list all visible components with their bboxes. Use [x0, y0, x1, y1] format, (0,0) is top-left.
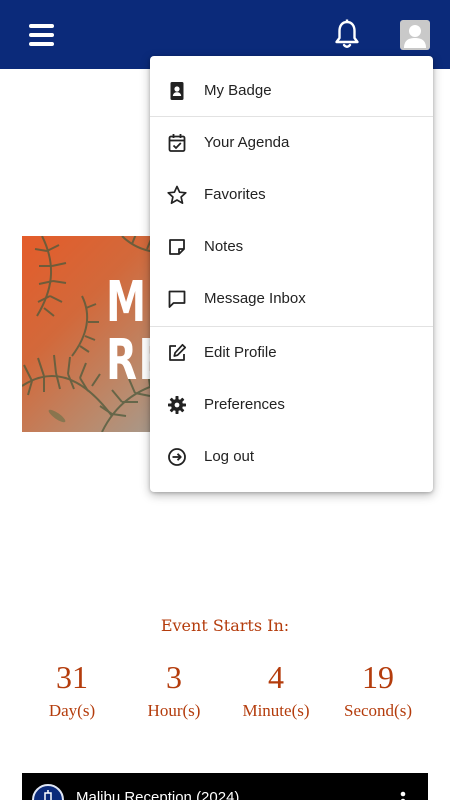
countdown-hours-value: 3 — [166, 659, 182, 695]
menu-item-label: Log out — [204, 448, 255, 465]
edit-icon — [169, 343, 187, 361]
menu-item-notes[interactable]: Notes — [150, 221, 433, 273]
menu-item-favorites[interactable]: Favorites — [150, 169, 433, 221]
event-logo-icon — [32, 784, 64, 800]
countdown-seconds-value: 19 — [362, 659, 394, 695]
gear-icon — [168, 396, 186, 414]
menu-item-message-inbox[interactable]: Message Inbox — [150, 273, 433, 325]
menu-item-label: Message Inbox — [204, 290, 306, 307]
bell-icon[interactable] — [333, 19, 361, 49]
menu-item-label: My Badge — [204, 82, 272, 99]
countdown-seconds: 19 Second(s) — [328, 658, 428, 722]
logout-icon — [168, 448, 186, 466]
menu-item-preferences[interactable]: Preferences — [150, 379, 433, 431]
menu-item-edit-profile[interactable]: Edit Profile — [150, 327, 433, 379]
countdown-minutes: 4 Minute(s) — [226, 658, 326, 722]
event-card[interactable]: Malibu Reception (2024) — [22, 773, 428, 800]
avatar[interactable] — [400, 20, 430, 50]
countdown-hours: 3 Hour(s) — [124, 658, 224, 722]
countdown-minutes-value: 4 — [268, 659, 284, 695]
menu-item-label: Edit Profile — [204, 344, 277, 361]
menu-item-label: Your Agenda — [204, 134, 290, 151]
countdown-days-value: 31 — [56, 659, 88, 695]
star-icon — [167, 185, 187, 205]
user-dropdown-menu: My Badge Your Agenda Favorites Notes Mes… — [150, 56, 433, 492]
countdown-title: Event Starts In: — [160, 616, 290, 635]
countdown-hours-unit: Hour(s) — [147, 701, 201, 720]
menu-item-label: Preferences — [204, 396, 285, 413]
countdown-days: 31 Day(s) — [22, 658, 122, 722]
menu-item-label: Favorites — [204, 186, 266, 203]
hamburger-icon[interactable] — [29, 24, 55, 46]
calendar-check-icon — [168, 134, 186, 152]
chat-bubble-icon — [168, 290, 186, 308]
menu-item-label: Notes — [204, 238, 244, 255]
user-icon — [404, 25, 426, 48]
note-icon — [169, 239, 185, 255]
event-card-title: Malibu Reception (2024) — [76, 789, 240, 800]
more-vertical-icon[interactable] — [400, 791, 406, 800]
menu-item-log-out[interactable]: Log out — [150, 431, 433, 483]
badge-icon — [170, 82, 184, 100]
menu-item-my-badge[interactable]: My Badge — [150, 65, 433, 117]
countdown-seconds-unit: Second(s) — [344, 701, 412, 720]
menu-item-your-agenda[interactable]: Your Agenda — [150, 117, 433, 169]
countdown-minutes-unit: Minute(s) — [242, 701, 310, 720]
countdown-days-unit: Day(s) — [48, 701, 96, 720]
